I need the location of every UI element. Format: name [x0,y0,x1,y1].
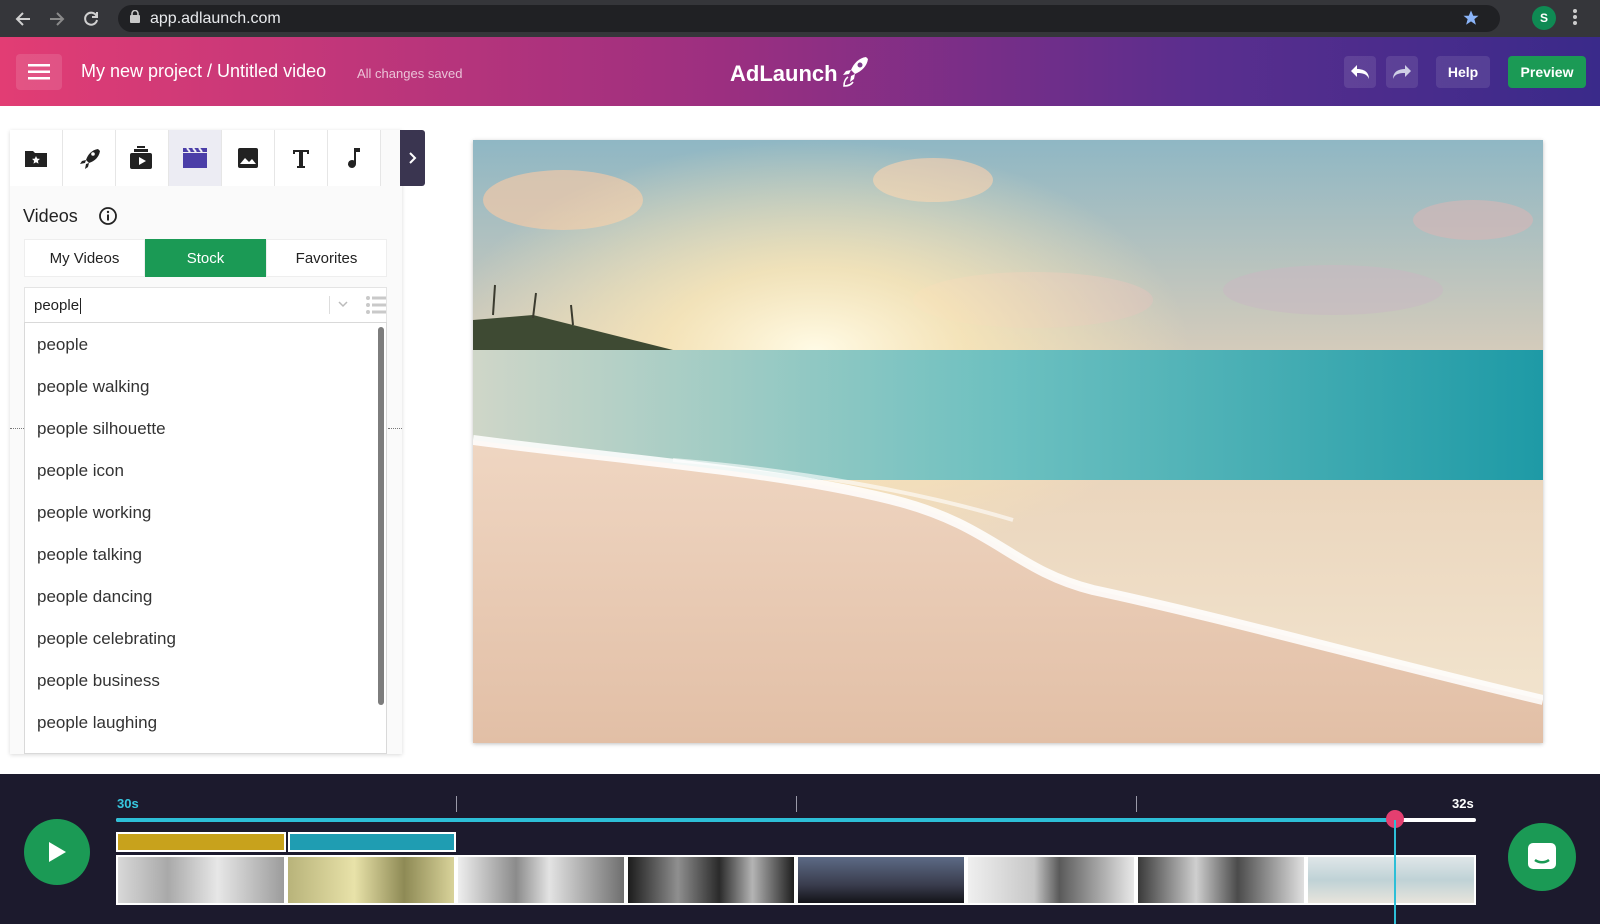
divider-dots [388,428,402,429]
play-icon [49,842,66,862]
video-preview-canvas[interactable] [473,140,1543,743]
text-caret [80,298,82,315]
clip-thumbnail[interactable] [966,855,1136,905]
list-view-icon[interactable] [365,294,387,321]
address-bar[interactable]: app.adlaunch.com [118,5,1500,32]
search-value: people [34,297,80,314]
chevron-right-icon [408,152,416,164]
timeline-start-label: 30s [117,796,139,811]
browser-chrome: app.adlaunch.com S [0,0,1600,37]
suggestion-item[interactable]: people laughing [37,713,157,733]
tool-text[interactable] [275,130,328,186]
clip-thumbnail[interactable] [626,855,796,905]
clip-thumbnail[interactable] [796,855,966,905]
tool-videos[interactable] [169,130,222,186]
tool-images[interactable] [222,130,275,186]
panel-toolbar [10,130,402,186]
bookmark-star-icon[interactable] [1462,9,1480,32]
chat-support-button[interactable] [1508,823,1576,891]
image-icon [238,148,258,168]
suggestion-item[interactable]: people icon [37,461,124,481]
search-suggestions: people people walking people silhouette … [24,322,387,754]
menu-icon[interactable] [16,54,62,90]
timeline-end-label: 32s [1452,796,1474,811]
clip-thumbnail[interactable] [116,855,286,905]
back-icon[interactable] [12,8,34,30]
tool-media-library[interactable] [116,130,169,186]
info-icon[interactable] [98,206,118,231]
tab-stock[interactable]: Stock [145,239,266,277]
timeline-tick [456,796,457,812]
suggestion-item[interactable]: people silhouette [37,419,166,439]
video-source-tabs: My Videos Stock Favorites [24,239,387,277]
timeline-progress [116,818,1396,822]
preview-button[interactable]: Preview [1508,56,1586,88]
section-title: Videos [23,206,78,226]
tool-folder[interactable] [10,130,63,186]
project-title[interactable]: My new project / Untitled video [81,61,326,82]
media-library-icon [130,146,152,169]
suggestion-item[interactable]: people [37,335,88,355]
suggestion-item[interactable]: people business [37,671,160,691]
folder-star-icon [25,151,47,167]
clip-thumbnail-strip [116,855,1478,905]
tool-templates[interactable] [63,130,116,186]
app-logo: AdLaunch [730,57,870,89]
rocket-icon [80,149,100,169]
lock-icon [130,9,144,28]
undo-button[interactable] [1344,56,1376,88]
playhead-line [1394,820,1396,924]
clip-thumbnail[interactable] [1136,855,1306,905]
app-header: My new project / Untitled video All chan… [0,37,1600,106]
chat-icon [1528,843,1556,869]
timeline-panel: 30s 32s [0,774,1600,924]
timeline-tick [1136,796,1137,812]
reload-icon[interactable] [80,8,102,30]
forward-icon[interactable] [46,8,68,30]
clip-segment[interactable] [116,832,286,852]
undo-icon [1351,65,1369,79]
media-panel: Videos My Videos Stock Favorites people … [10,130,425,754]
tool-music[interactable] [328,130,381,186]
search-separator [329,296,330,314]
suggestion-item[interactable]: people dancing [37,587,152,607]
search-input[interactable]: people [24,287,387,323]
clip-thumbnail[interactable] [456,855,626,905]
profile-avatar[interactable]: S [1532,6,1556,30]
suggestion-item[interactable]: people celebrating [37,629,176,649]
text-icon [293,150,309,168]
redo-button[interactable] [1386,56,1418,88]
suggestions-scrollbar[interactable] [378,327,384,705]
logo-text: AdLaunch [730,61,838,86]
tab-favorites[interactable]: Favorites [266,239,387,277]
play-button[interactable] [24,819,90,885]
music-note-icon [348,148,360,168]
chevron-down-icon[interactable] [337,297,349,315]
clip-thumbnail[interactable] [286,855,456,905]
divider-dots [10,428,24,429]
toolbar-expand-button[interactable] [400,130,425,186]
help-button[interactable]: Help [1436,56,1490,88]
tab-my-videos[interactable]: My Videos [24,239,145,277]
url-text: app.adlaunch.com [150,9,281,27]
video-clapper-icon [183,147,207,168]
save-status: All changes saved [357,66,463,81]
browser-menu-icon[interactable] [1572,8,1578,31]
beach-sunset-image [473,140,1543,743]
suggestion-item[interactable]: people walking [37,377,149,397]
redo-icon [1393,65,1411,79]
clip-segment-selected[interactable] [288,832,456,852]
clip-thumbnail[interactable] [1306,855,1476,905]
rocket-logo-icon [842,57,868,87]
suggestion-item[interactable]: people talking [37,545,142,565]
timeline-tick [796,796,797,812]
suggestion-item[interactable]: people working [37,503,151,523]
